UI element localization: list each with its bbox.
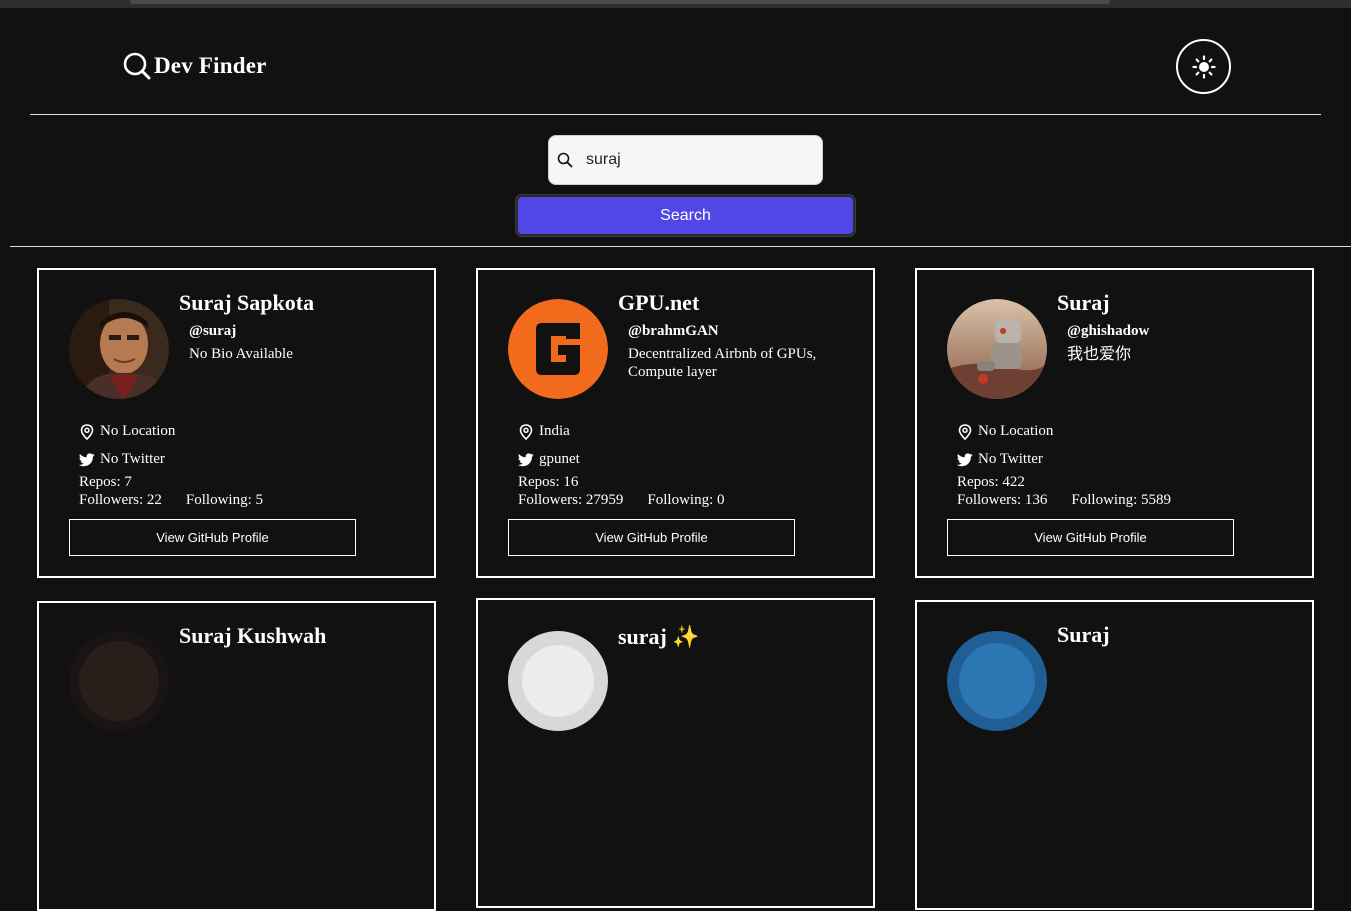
location-row: India [518,423,570,440]
search-button[interactable]: Search [516,195,855,236]
avatar [947,631,1047,731]
twitter-icon [957,452,973,466]
view-github-profile-button[interactable]: View GitHub Profile [508,519,795,556]
view-github-profile-button[interactable]: View GitHub Profile [69,519,356,556]
user-card: Suraj Kushwah [37,601,436,911]
twitter-text[interactable]: gpunet [539,451,580,468]
user-login[interactable]: @brahmGAN [628,323,719,340]
avatar [69,631,169,731]
user-bio: Decentralized Airbnb of GPUs, Compute la… [628,346,817,380]
following-count: Following: 5 [185,492,264,508]
avatar [69,299,169,399]
user-stats: Repos: 16 Followers: 27959 Following: 0 [518,473,725,509]
followers-count: Followers: 27959 [518,492,624,508]
user-login[interactable]: @suraj [189,323,236,340]
twitter-row: No Twitter [957,451,1043,468]
user-card: Suraj Sapkota @suraj No Bio Available No… [37,268,436,578]
user-stats: Repos: 7 Followers: 22 Following: 5 [79,473,263,509]
avatar [508,631,608,731]
followers-count: Followers: 22 [79,492,162,508]
user-name: Suraj Kushwah [179,623,327,648]
user-name: Suraj [1057,622,1110,647]
browser-top-bar [130,0,1110,4]
header-divider [30,114,1321,115]
user-card: GPU.net @brahmGAN Decentralized Airbnb o… [476,268,875,578]
avatar [947,299,1047,399]
search-input[interactable] [586,151,806,169]
following-count: Following: 5589 [1071,492,1172,508]
repos-count: Repos: 422 [957,474,1025,490]
location-pin-icon [80,423,94,440]
location-text: No Location [100,423,176,439]
user-bio: 我也爱你 [1067,344,1132,363]
location-text: India [539,423,570,439]
twitter-row: gpunet [518,451,580,468]
twitter-icon [79,452,95,466]
avatar [508,299,608,399]
user-name: Suraj [1057,290,1110,315]
location-row: No Location [79,423,175,440]
repos-count: Repos: 16 [518,474,579,490]
twitter-icon [518,452,534,466]
repos-count: Repos: 7 [79,474,132,490]
user-login[interactable]: @ghishadow [1067,323,1149,340]
theme-toggle-button[interactable] [1176,39,1231,94]
user-name: suraj ✨ [618,624,700,649]
location-pin-icon [958,423,972,440]
browser-top-strip [0,0,1351,8]
user-name: GPU.net [618,290,700,315]
brand[interactable]: Dev Finder [122,52,267,80]
view-github-profile-button[interactable]: View GitHub Profile [947,519,1234,556]
twitter-row: No Twitter [79,451,165,468]
search-box[interactable] [548,135,823,185]
user-card: Suraj @ghishadow 我也爱你 No Location No Twi… [915,268,1314,578]
location-text: No Location [978,423,1054,439]
app-header: Dev Finder [0,8,1351,115]
search-icon [557,152,573,168]
twitter-text[interactable]: No Twitter [100,451,165,468]
following-count: Following: 0 [647,492,725,508]
user-bio: No Bio Available [189,346,293,362]
search-icon [123,52,151,80]
app-title: Dev Finder [154,53,267,78]
location-row: No Location [957,423,1053,440]
user-card: Suraj [915,600,1314,910]
user-name: Suraj Sapkota [179,290,315,315]
followers-count: Followers: 136 [957,492,1048,508]
user-stats: Repos: 422 Followers: 136 Following: 5589 [957,473,1171,509]
search-divider [10,246,1351,247]
sun-icon [1191,54,1216,79]
location-pin-icon [519,423,533,440]
twitter-text[interactable]: No Twitter [978,451,1043,468]
user-card: suraj ✨ [476,598,875,908]
